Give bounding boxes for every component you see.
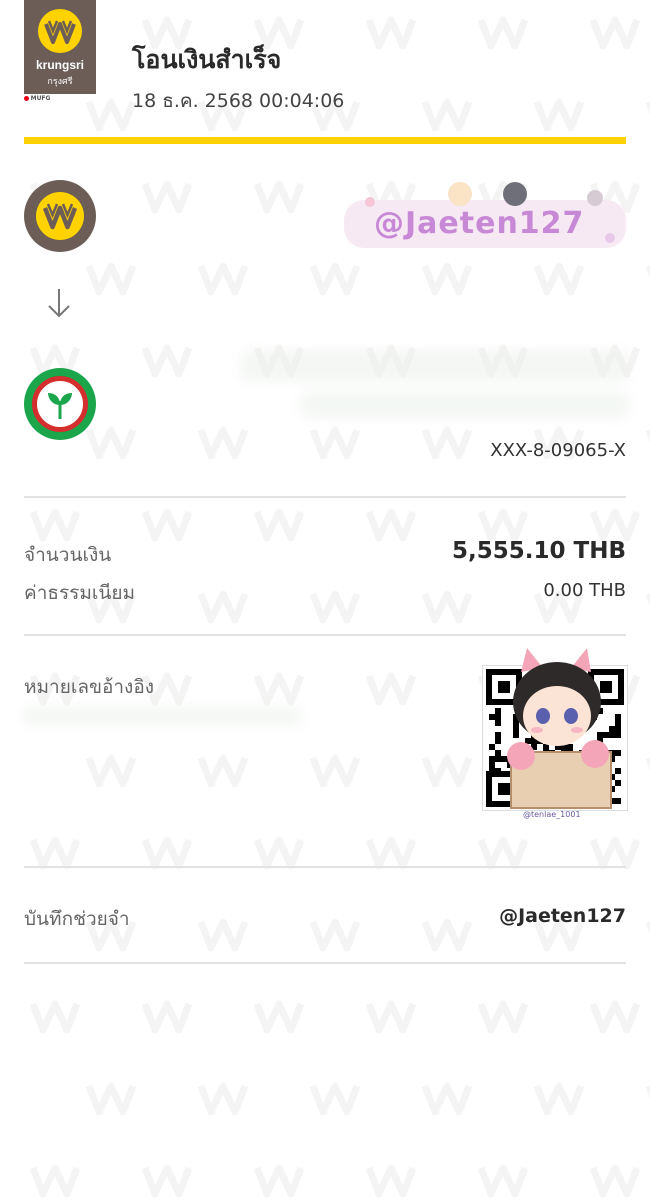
receiver-account-number: XXX-8-09065-X <box>490 440 626 461</box>
arrow-down-icon <box>48 289 70 318</box>
reference-number-redacted <box>22 706 302 726</box>
krungsri-emblem-icon <box>38 9 82 53</box>
watermark-emblem-icon <box>197 262 249 296</box>
watermark-emblem-icon <box>421 98 473 132</box>
watermark-emblem-icon <box>309 918 361 952</box>
sender-bank-logo <box>24 180 96 252</box>
watermark-emblem-icon <box>533 1082 585 1116</box>
kbank-logo-icon <box>32 376 88 432</box>
watermark-emblem-icon <box>645 265 650 279</box>
mufg-icon <box>24 96 29 101</box>
krungsri-logo: krungsri กรุงศรี <box>24 0 96 94</box>
watermark-emblem-icon <box>365 672 417 706</box>
logo-brand-thai-text: กรุงศรี <box>47 77 73 87</box>
memo-label: บันทึกช่วยจำ <box>24 908 130 930</box>
watermark-emblem-icon <box>645 1085 650 1099</box>
watermark-emblem-icon <box>85 754 137 788</box>
watermark-emblem-icon <box>29 1000 81 1034</box>
watermark-emblem-icon <box>477 1164 529 1198</box>
receiver-name-redacted <box>240 350 630 382</box>
watermark-emblem-icon <box>421 1082 473 1116</box>
qr-sticker-tag: @tenlae_1001 <box>523 810 581 819</box>
watermark-emblem-icon <box>197 426 249 460</box>
verification-qr-code: @tenlae_1001 <box>482 648 628 819</box>
watermark-emblem-icon <box>645 757 650 771</box>
sender-sticker-text: @Jaeten127 <box>374 206 585 241</box>
receiver-bank-redacted <box>300 392 630 418</box>
divider <box>24 634 626 636</box>
watermark-emblem-icon <box>309 426 361 460</box>
watermark-emblem-icon <box>421 426 473 460</box>
watermark-emblem-icon <box>421 754 473 788</box>
watermark-emblem-icon <box>533 262 585 296</box>
watermark-emblem-icon <box>421 262 473 296</box>
watermark-emblem-icon <box>421 918 473 952</box>
watermark-emblem-icon <box>141 180 193 214</box>
watermark-emblem-icon <box>253 672 305 706</box>
watermark-emblem-icon <box>253 1000 305 1034</box>
watermark-emblem-icon <box>645 593 650 607</box>
divider <box>24 866 626 868</box>
watermark-emblem-icon <box>197 590 249 624</box>
watermark-emblem-icon <box>253 180 305 214</box>
memo-value: @Jaeten127 <box>499 905 626 927</box>
watermark-emblem-icon <box>477 1000 529 1034</box>
watermark-emblem-icon <box>141 1000 193 1034</box>
amount-value: 5,555.10 THB <box>452 538 626 564</box>
watermark-emblem-icon <box>309 1082 361 1116</box>
watermark-emblem-icon <box>365 1164 417 1198</box>
watermark-emblem-icon <box>253 1164 305 1198</box>
watermark-emblem-icon <box>85 426 137 460</box>
fee-value: 0.00 THB <box>543 580 626 601</box>
watermark-emblem-icon <box>589 1164 641 1198</box>
watermark-emblem-icon <box>85 262 137 296</box>
watermark-emblem-icon <box>645 921 650 935</box>
watermark-emblem-icon <box>29 1164 81 1198</box>
watermark-emblem-icon <box>365 1000 417 1034</box>
logo-tag-text: MUFG <box>30 95 51 102</box>
watermark-emblem-icon <box>197 754 249 788</box>
divider <box>24 962 626 964</box>
sender-name-sticker: @Jaeten127 <box>340 180 630 252</box>
watermark-emblem-icon <box>197 918 249 952</box>
watermark-emblem-icon <box>141 508 193 542</box>
watermark-emblem-icon <box>85 1082 137 1116</box>
page-title: โอนเงินสำเร็จ <box>132 45 282 74</box>
watermark-emblem-icon <box>309 590 361 624</box>
fee-label: ค่าธรรมเนียม <box>24 582 136 604</box>
watermark-emblem-icon <box>253 508 305 542</box>
chibi-sticker-icon <box>507 648 612 809</box>
transaction-datetime: 18 ธ.ค. 2568 00:04:06 <box>132 90 345 112</box>
divider <box>24 496 626 498</box>
krungsri-logo-icon <box>36 192 84 240</box>
watermark-emblem-icon <box>141 1164 193 1198</box>
watermark-emblem-icon <box>141 344 193 378</box>
watermark-emblem-icon <box>365 16 417 50</box>
watermark-emblem-icon <box>533 98 585 132</box>
watermark-emblem-icon <box>645 101 650 115</box>
amount-label: จำนวนเงิน <box>24 544 112 566</box>
header-divider <box>24 137 626 144</box>
logo-brand-text: krungsri <box>35 58 84 72</box>
watermark-emblem-icon <box>309 754 361 788</box>
logo-tagline: MUFG <box>24 96 124 102</box>
watermark-emblem-icon <box>589 1000 641 1034</box>
reference-label: หมายเลขอ้างอิง <box>24 676 155 698</box>
watermark-emblem-icon <box>477 16 529 50</box>
watermark-emblem-icon <box>309 262 361 296</box>
watermark-emblem-icon <box>645 429 650 443</box>
watermark-emblem-icon <box>421 590 473 624</box>
receiver-bank-logo <box>24 368 96 440</box>
watermark-emblem-icon <box>589 16 641 50</box>
watermark-emblem-icon <box>197 1082 249 1116</box>
watermark-emblem-icon <box>365 508 417 542</box>
